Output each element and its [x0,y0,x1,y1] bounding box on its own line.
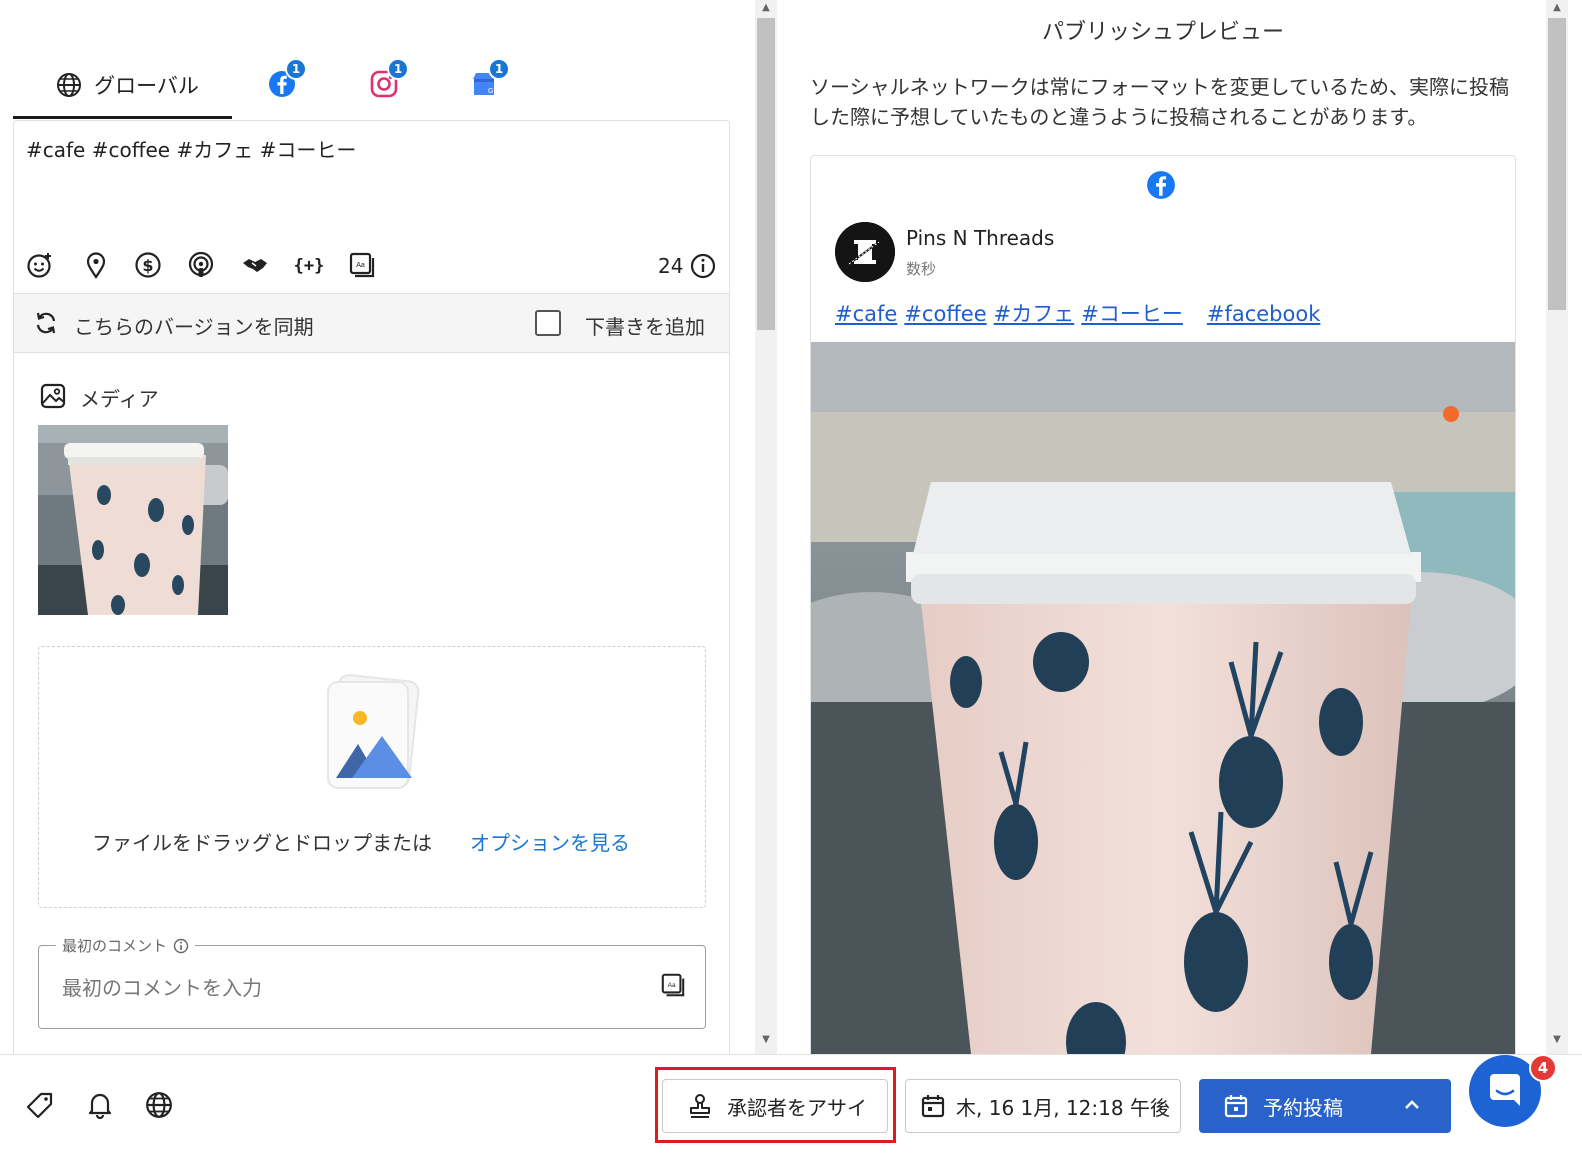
info-icon[interactable] [690,253,716,279]
account-name: Pins N Threads [906,226,1055,250]
hashtag-link[interactable]: #カフェ [994,302,1075,326]
hashtag-link[interactable]: #コーヒー [1081,302,1183,326]
editor-panel: グローバル 1 1 G 1 #cafe #coffee #カフェ #コーヒー $… [0,0,752,1054]
preview-post-image [811,342,1515,1054]
active-tab-indicator [13,116,232,119]
bell-icon[interactable] [86,1091,116,1121]
schedule-date-button[interactable]: 木, 16 1月, 12:18 午後 [905,1079,1181,1133]
media-label: メディア [80,387,159,411]
calendar-icon [920,1093,946,1119]
scroll-down-arrow[interactable]: ▼ [1546,1032,1568,1048]
podcast-icon[interactable] [187,251,215,279]
tag-icon[interactable] [26,1091,56,1121]
text-media-icon[interactable]: Aa [348,251,376,279]
chevron-up-icon[interactable] [1401,1094,1423,1116]
svg-text:$: $ [142,256,153,275]
first-comment-legend: 最初のコメント [56,935,196,956]
hashtag-link[interactable]: #facebook [1207,302,1321,326]
schedule-post-button[interactable]: 予約投稿 [1199,1079,1451,1133]
emoji-icon[interactable] [26,251,54,279]
svg-text:{+}: {+} [294,256,324,276]
hashtag-link[interactable]: #cafe [835,302,897,326]
editor-scrollbar[interactable]: ▲ ▼ [755,0,777,1054]
schedule-date-label: 木, 16 1月, 12:18 午後 [956,1095,1170,1120]
svg-text:Aa: Aa [668,982,676,989]
svg-text:G: G [488,88,493,95]
preview-panel: パブリッシュプレビュー ソーシャルネットワークは常にフォーマットを変更しているた… [780,0,1546,1054]
post-timestamp: 数秒 [906,260,937,278]
globe-icon[interactable] [145,1091,175,1121]
first-comment-label: 最初のコメント [62,937,168,955]
facebook-badge: 1 [285,58,307,80]
scrollbar-thumb[interactable] [757,18,775,330]
handshake-icon[interactable] [241,251,269,279]
facebook-icon [1146,170,1176,200]
add-draft-checkbox[interactable] [535,310,561,336]
preview-description: ソーシャルネットワークは常にフォーマットを変更しているため、実際に投稿した際に予… [810,75,1509,129]
highlight-box [655,1067,896,1143]
dollar-icon[interactable]: $ [134,251,162,279]
hashtag-link[interactable]: #coffee [904,302,986,326]
calendar-icon [1223,1093,1249,1119]
info-icon[interactable] [173,938,189,954]
scroll-up-arrow[interactable]: ▲ [1546,0,1568,16]
preview-scrollbar[interactable]: ▲ ▼ [1546,0,1568,1054]
location-icon[interactable] [82,251,110,279]
avatar [835,222,895,282]
svg-text:Aa: Aa [356,262,365,269]
tab-global-label: グローバル [94,74,199,98]
scroll-down-arrow[interactable]: ▼ [755,1032,777,1048]
preview-hashtags: #cafe #coffee #カフェ #コーヒー #facebook [835,298,1327,328]
sync-version-label[interactable]: こちらのバージョンを同期 [74,311,314,340]
tab-global[interactable]: グローバル [40,55,215,115]
image-icon [40,383,66,409]
bottom-action-bar: 承認者をアサイン 木, 16 1月, 12:18 午後 予約投稿 [0,1054,1582,1159]
globe-icon [56,72,82,98]
schedule-post-label: 予約投稿 [1263,1095,1343,1120]
post-text-input[interactable]: #cafe #coffee #カフェ #コーヒー [26,134,356,163]
chat-icon [1486,1072,1524,1110]
media-thumbnail[interactable] [38,425,228,615]
preview-title: パブリッシュプレビュー [1041,20,1284,45]
google-business-badge: 1 [488,58,510,80]
sync-icon[interactable] [33,310,59,336]
first-comment-placeholder: 最初のコメントを入力 [62,976,262,1000]
char-count: 24 [658,254,684,278]
scrollbar-thumb[interactable] [1548,18,1566,310]
text-media-icon[interactable]: Aa [660,972,686,998]
add-draft-label: 下書きを追加 [585,315,705,339]
chat-badge: 4 [1529,1054,1557,1082]
image-upload-icon [320,670,426,792]
scroll-up-arrow[interactable]: ▲ [755,0,777,16]
variables-icon[interactable]: {+} [294,251,324,279]
dropzone-text: ファイルをドラッグとドロップまたは [92,831,432,855]
instagram-badge: 1 [387,58,409,80]
view-options-link[interactable]: オプションを見る [470,827,630,856]
